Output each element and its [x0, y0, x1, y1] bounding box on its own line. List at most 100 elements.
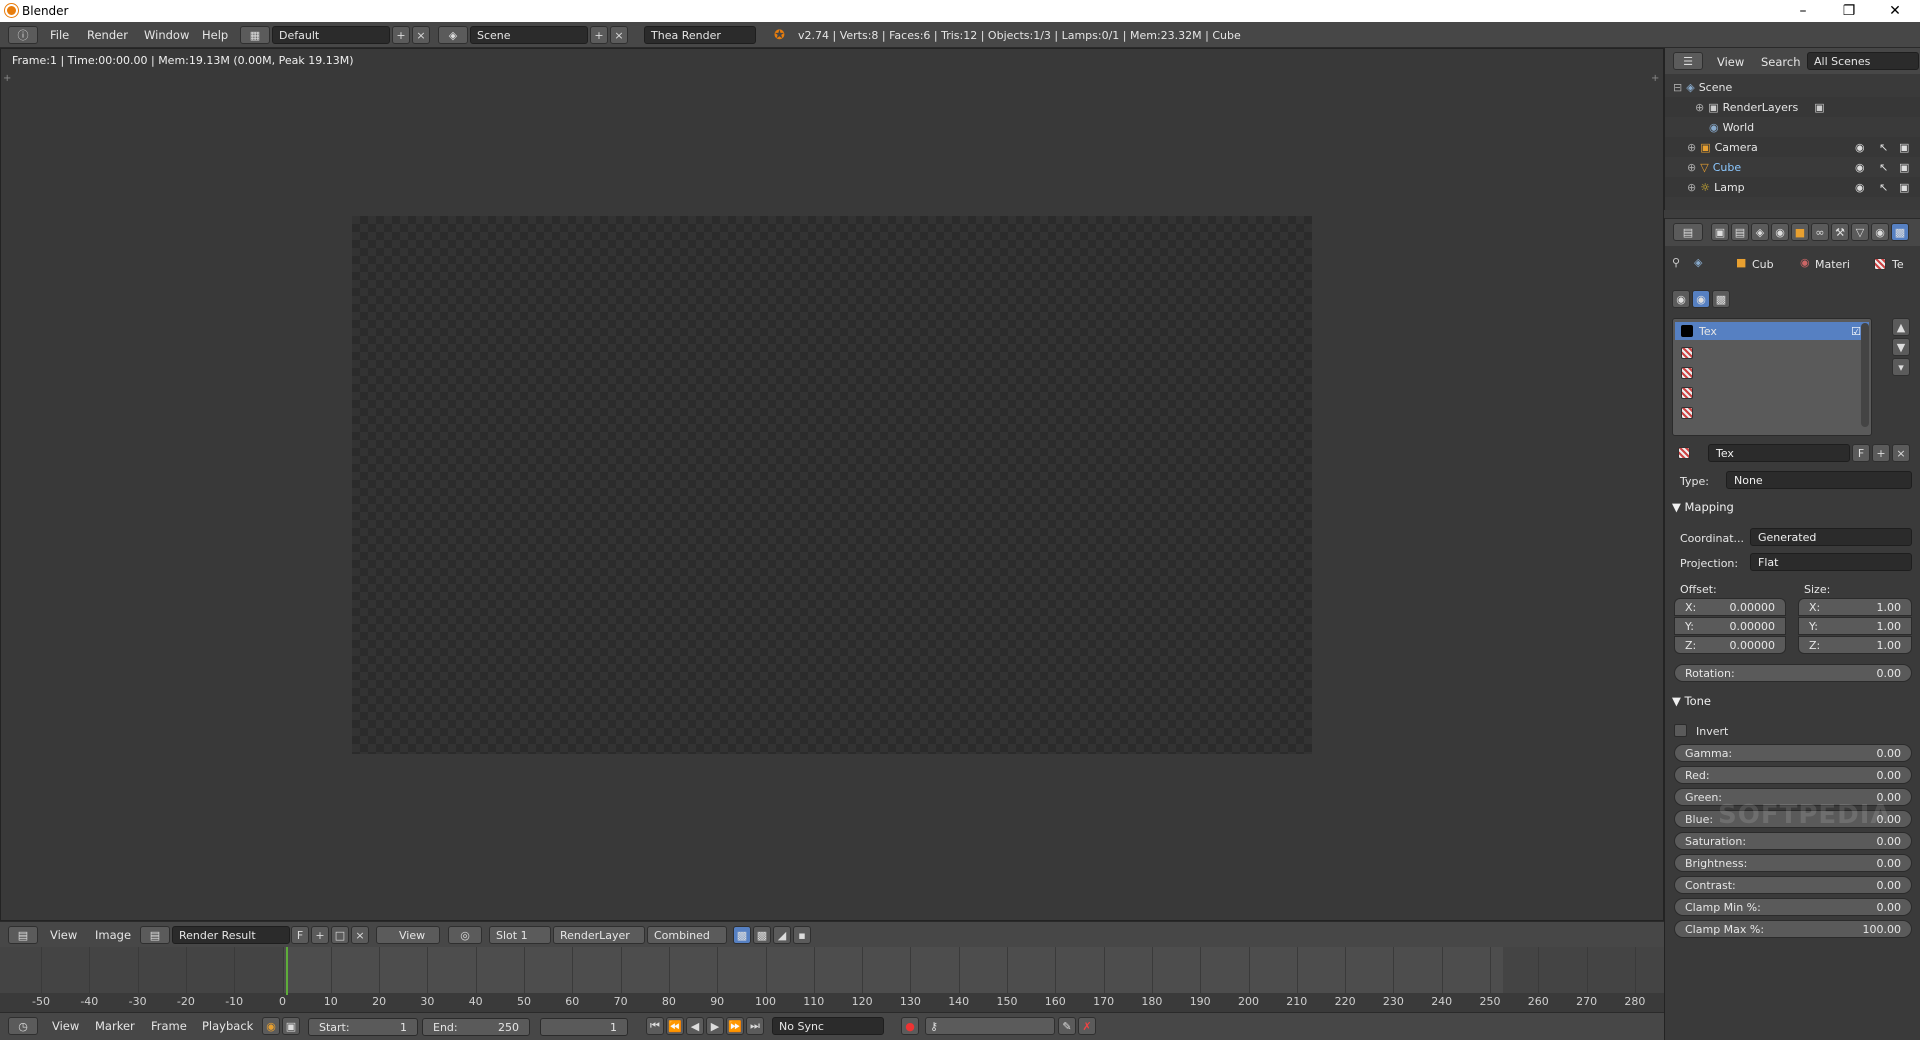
end-frame-field[interactable]: End: 250: [422, 1018, 530, 1036]
menu-file[interactable]: File: [50, 28, 69, 42]
slot-menu-icon[interactable]: ▾: [1892, 358, 1910, 376]
pin-icon[interactable]: ⚲: [1672, 256, 1680, 269]
visibility-eye-icon[interactable]: ◉: [1855, 141, 1865, 154]
draw-channels-icon[interactable]: ▩: [733, 926, 751, 944]
render-pass-dropdown[interactable]: Combined: [647, 926, 727, 944]
image-editor-type-icon[interactable]: ▤: [8, 926, 38, 944]
info-editor-type-icon[interactable]: ⓘ: [8, 26, 38, 44]
slot-list-scrollbar[interactable]: [1861, 323, 1869, 427]
view-mode-dropdown[interactable]: View: [376, 926, 440, 944]
invert-checkbox[interactable]: [1674, 724, 1687, 737]
outliner-row[interactable]: ⊕ ▽ Cube ◉ ↖ ▣: [1665, 157, 1920, 177]
properties-editor-type-icon[interactable]: ▤: [1673, 223, 1703, 241]
visibility-eye-icon[interactable]: ◉: [1855, 181, 1865, 194]
tone-field[interactable]: Clamp Min %: 0.00: [1674, 898, 1912, 916]
fake-user-button[interactable]: F: [291, 926, 309, 944]
texture-slot-list[interactable]: Tex ☑: [1672, 318, 1872, 436]
unlink-image-icon[interactable]: ×: [351, 926, 369, 944]
renderable-icon[interactable]: ▣: [1899, 181, 1909, 194]
tone-field[interactable]: Gamma: 0.00: [1674, 744, 1912, 762]
timeline-menu-view[interactable]: View: [52, 1019, 79, 1033]
jump-end-icon[interactable]: ⏭: [746, 1017, 764, 1035]
size-y-field[interactable]: Y: 1.00: [1798, 617, 1912, 635]
modifiers-tab-icon[interactable]: ⚒: [1831, 223, 1849, 241]
tone-panel-header[interactable]: ▼ Tone: [1672, 694, 1711, 708]
timeline-menu-frame[interactable]: Frame: [151, 1019, 187, 1033]
other-texture-icon[interactable]: ▩: [1712, 290, 1730, 308]
move-slot-up-icon[interactable]: ▲: [1892, 318, 1910, 336]
material-texture-icon[interactable]: ◉: [1692, 290, 1710, 308]
close-button[interactable]: ✕: [1872, 0, 1918, 22]
restore-button[interactable]: ❐: [1826, 0, 1872, 22]
mapping-panel-header[interactable]: ▼ Mapping: [1672, 500, 1734, 514]
z-buffer-icon[interactable]: ◢: [773, 926, 791, 944]
remove-scene-icon[interactable]: ×: [610, 26, 628, 44]
outliner[interactable]: ⊟ ◈ Scene ⊕ ▣ RenderLayers ▣ ◉ World ⊕ ▣…: [1664, 74, 1920, 210]
insert-keyframe-icon[interactable]: ✎: [1058, 1017, 1076, 1035]
empty-slot-icon[interactable]: [1681, 347, 1693, 359]
scene-tab-icon[interactable]: ◈: [1751, 223, 1769, 241]
outliner-editor-type-icon[interactable]: ☰: [1673, 52, 1703, 70]
render-tab-icon[interactable]: ▣: [1711, 223, 1729, 241]
tone-field[interactable]: Brightness: 0.00: [1674, 854, 1912, 872]
current-frame-field[interactable]: 1: [540, 1018, 628, 1036]
outliner-row[interactable]: ◉ World: [1665, 117, 1920, 137]
image-browse-icon[interactable]: ▤: [140, 926, 170, 944]
menu-view[interactable]: View: [50, 928, 77, 942]
scene-icon[interactable]: ◈: [438, 26, 468, 44]
jump-keyframe-forward-icon[interactable]: ⏩: [726, 1017, 744, 1035]
pivot-icon[interactable]: ◎: [448, 926, 482, 944]
outliner-row[interactable]: ⊕ ☼ Lamp ◉ ↖ ▣: [1665, 177, 1920, 197]
overlay-icon[interactable]: ▪: [793, 926, 811, 944]
coordinates-dropdown[interactable]: Generated: [1750, 528, 1912, 546]
selectable-cursor-icon[interactable]: ↖: [1879, 181, 1888, 194]
jump-keyframe-back-icon[interactable]: ⏪: [666, 1017, 684, 1035]
texture-name-field[interactable]: Tex: [1708, 444, 1850, 462]
play-reverse-icon[interactable]: ◀: [686, 1017, 704, 1035]
menu-help[interactable]: Help: [202, 28, 228, 42]
texture-slot-selected[interactable]: Tex ☑: [1675, 322, 1869, 340]
remove-screen-icon[interactable]: ×: [412, 26, 430, 44]
current-frame-cursor[interactable]: [286, 947, 288, 995]
offset-z-field[interactable]: Z: 0.00000: [1674, 636, 1786, 654]
corner-plus-icon[interactable]: +: [3, 73, 11, 84]
play-icon[interactable]: ▶: [706, 1017, 724, 1035]
open-image-icon[interactable]: □: [331, 926, 349, 944]
world-tab-icon[interactable]: ◉: [1771, 223, 1789, 241]
add-screen-icon[interactable]: +: [392, 26, 410, 44]
texture-browse-icon[interactable]: [1678, 447, 1690, 459]
preview-range-icon[interactable]: ◉: [262, 1017, 280, 1035]
timeline-menu-marker[interactable]: Marker: [95, 1019, 135, 1033]
screen-layout-field[interactable]: Default: [272, 26, 390, 44]
minimize-button[interactable]: –: [1780, 0, 1826, 22]
texture-enabled-checkbox[interactable]: ☑: [1851, 325, 1861, 338]
slot-dropdown[interactable]: Slot 1: [489, 926, 551, 944]
lock-icon[interactable]: ▣: [282, 1017, 300, 1035]
move-slot-down-icon[interactable]: ▼: [1892, 338, 1910, 356]
texture-fake-user-button[interactable]: F: [1852, 444, 1870, 462]
image-name-field[interactable]: Render Result: [172, 926, 290, 944]
selectable-cursor-icon[interactable]: ↖: [1879, 161, 1888, 174]
timeline-menu-playback[interactable]: Playback: [202, 1019, 253, 1033]
data-tab-icon[interactable]: ▽: [1851, 223, 1869, 241]
add-image-icon[interactable]: +: [311, 926, 329, 944]
timeline-editor-type-icon[interactable]: ◷: [8, 1017, 38, 1035]
texture-tab-icon[interactable]: ▩: [1891, 223, 1909, 241]
menu-window[interactable]: Window: [144, 28, 189, 42]
outliner-menu-search[interactable]: Search: [1761, 55, 1801, 69]
add-texture-icon[interactable]: +: [1872, 444, 1890, 462]
tone-field[interactable]: Clamp Max %: 100.00: [1674, 920, 1912, 938]
outliner-row[interactable]: ⊕ ▣ Camera ◉ ↖ ▣: [1665, 137, 1920, 157]
alpha-icon[interactable]: ▩: [753, 926, 771, 944]
constraints-tab-icon[interactable]: ∞: [1811, 223, 1829, 241]
render-layer-dropdown[interactable]: RenderLayer: [553, 926, 645, 944]
record-icon[interactable]: ●: [901, 1017, 919, 1035]
jump-start-icon[interactable]: ⏮: [646, 1017, 664, 1035]
screen-layout-icon[interactable]: ▦: [240, 26, 270, 44]
renderable-icon[interactable]: ▣: [1899, 161, 1909, 174]
outliner-display-dropdown[interactable]: All Scenes: [1807, 52, 1919, 70]
material-tab-icon[interactable]: ◉: [1871, 223, 1889, 241]
tone-field[interactable]: Saturation: 0.00: [1674, 832, 1912, 850]
sync-dropdown[interactable]: No Sync: [772, 1017, 884, 1035]
scene-field[interactable]: Scene: [470, 26, 588, 44]
